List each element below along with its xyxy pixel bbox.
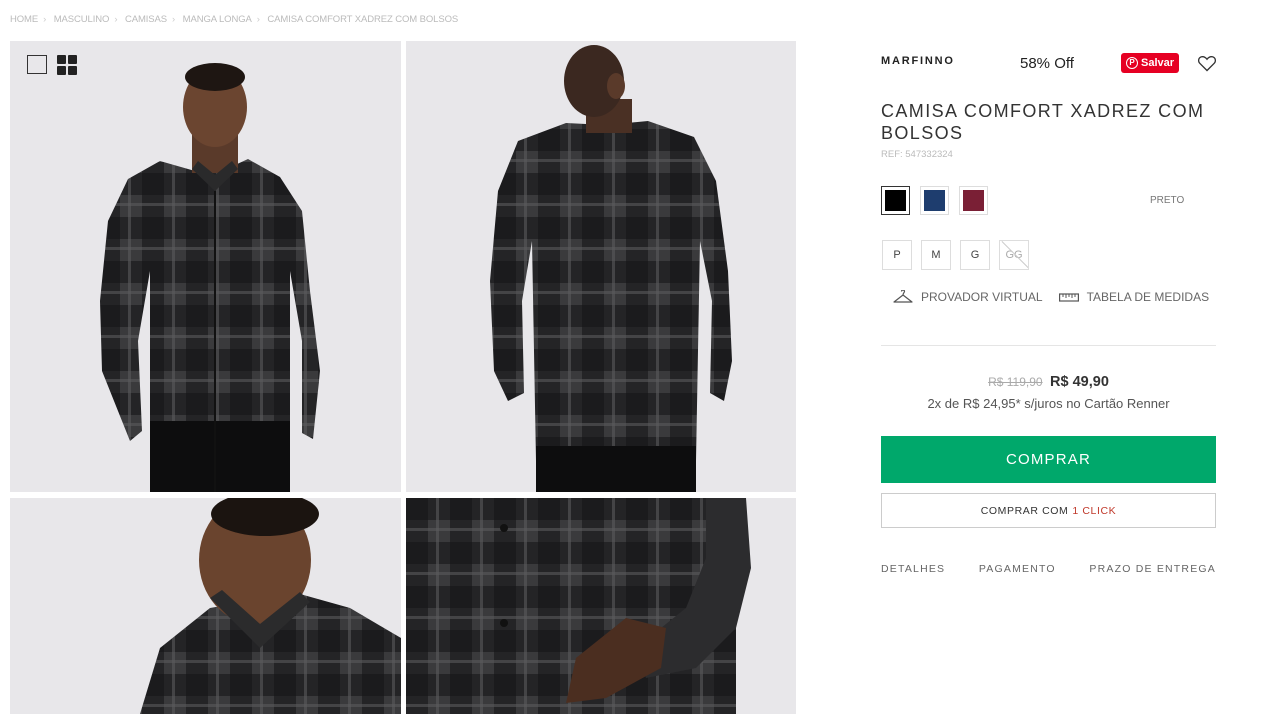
current-price: R$ 49,90: [1050, 374, 1109, 390]
virtual-fitting-label: PROVADOR VIRTUAL: [921, 290, 1043, 304]
color-swatch-bordo[interactable]: [959, 186, 988, 215]
old-price: R$ 119,90: [988, 375, 1043, 389]
pinterest-save-label: Salvar: [1141, 57, 1175, 69]
selected-color-label: PRETO: [1150, 195, 1185, 206]
size-option-g[interactable]: G: [960, 240, 990, 270]
product-photo-back[interactable]: [406, 41, 796, 492]
view-toggle: [27, 55, 77, 75]
info-tabs: DETALHES PAGAMENTO PRAZO DE ENTREGA: [881, 563, 1216, 575]
grid-view-icon[interactable]: [57, 55, 77, 75]
product-photo-detail-fabric[interactable]: [406, 498, 796, 714]
product-title: CAMISA COMFORT XADREZ COM BOLSOS: [881, 101, 1205, 143]
size-selector: P M G GG: [882, 240, 1029, 270]
brand-name[interactable]: MARFINNO: [881, 55, 955, 67]
one-click-accent: 1 CLICK: [1072, 504, 1117, 517]
color-swatch-preto[interactable]: [881, 186, 910, 215]
divider: [881, 345, 1216, 346]
single-view-icon[interactable]: [27, 55, 47, 74]
product-photo-detail-collar[interactable]: [10, 498, 401, 714]
price-block: R$ 119,90 R$ 49,90 2x de R$ 24,95* s/jur…: [881, 373, 1216, 411]
color-swatch-azul[interactable]: [920, 186, 949, 215]
color-selector: [881, 186, 988, 215]
tab-prazo-de-entrega[interactable]: PRAZO DE ENTREGA: [1089, 563, 1216, 575]
size-chart-link[interactable]: TABELA DE MEDIDAS: [1058, 290, 1210, 304]
tab-pagamento[interactable]: PAGAMENTO: [979, 563, 1056, 575]
hanger-icon: [893, 290, 913, 303]
breadcrumb-manga-longa[interactable]: MANGA LONGA: [183, 14, 252, 25]
breadcrumb-camisas[interactable]: CAMISAS: [125, 14, 167, 25]
installments-text: 2x de R$ 24,95* s/juros no Cartão Renner: [927, 396, 1170, 411]
discount-badge: 58% Off: [1020, 55, 1074, 72]
size-tools: PROVADOR VIRTUAL TABELA DE MEDIDAS: [893, 290, 1209, 304]
virtual-fitting-link[interactable]: PROVADOR VIRTUAL: [893, 290, 1043, 304]
product-ref: REF: 547332324: [881, 149, 953, 160]
size-option-p[interactable]: P: [882, 240, 912, 270]
heart-icon[interactable]: [1197, 53, 1217, 73]
breadcrumb-current: CAMISA COMFORT XADREZ COM BOLSOS: [267, 14, 459, 25]
product-gallery: [10, 41, 796, 714]
pinterest-save-button[interactable]: P Salvar: [1121, 53, 1180, 73]
size-option-m[interactable]: M: [921, 240, 951, 270]
breadcrumb-home[interactable]: HOME: [10, 14, 38, 25]
one-click-buy-button[interactable]: COMPRAR COM 1 CLICK: [881, 493, 1216, 528]
breadcrumb: HOME › MASCULINO › CAMISAS › MANGA LONGA › C…: [10, 14, 459, 25]
pinterest-icon: P: [1126, 57, 1138, 69]
size-option-gg[interactable]: GG: [999, 240, 1029, 270]
breadcrumb-masculino[interactable]: MASCULINO: [54, 14, 110, 25]
one-click-prefix: COMPRAR COM: [980, 504, 1069, 517]
size-chart-label: TABELA DE MEDIDAS: [1086, 290, 1210, 304]
tab-detalhes[interactable]: DETALHES: [881, 563, 945, 575]
buy-button[interactable]: COMPRAR: [881, 436, 1216, 483]
ruler-icon: [1058, 293, 1079, 302]
product-photo-front[interactable]: [10, 41, 401, 492]
